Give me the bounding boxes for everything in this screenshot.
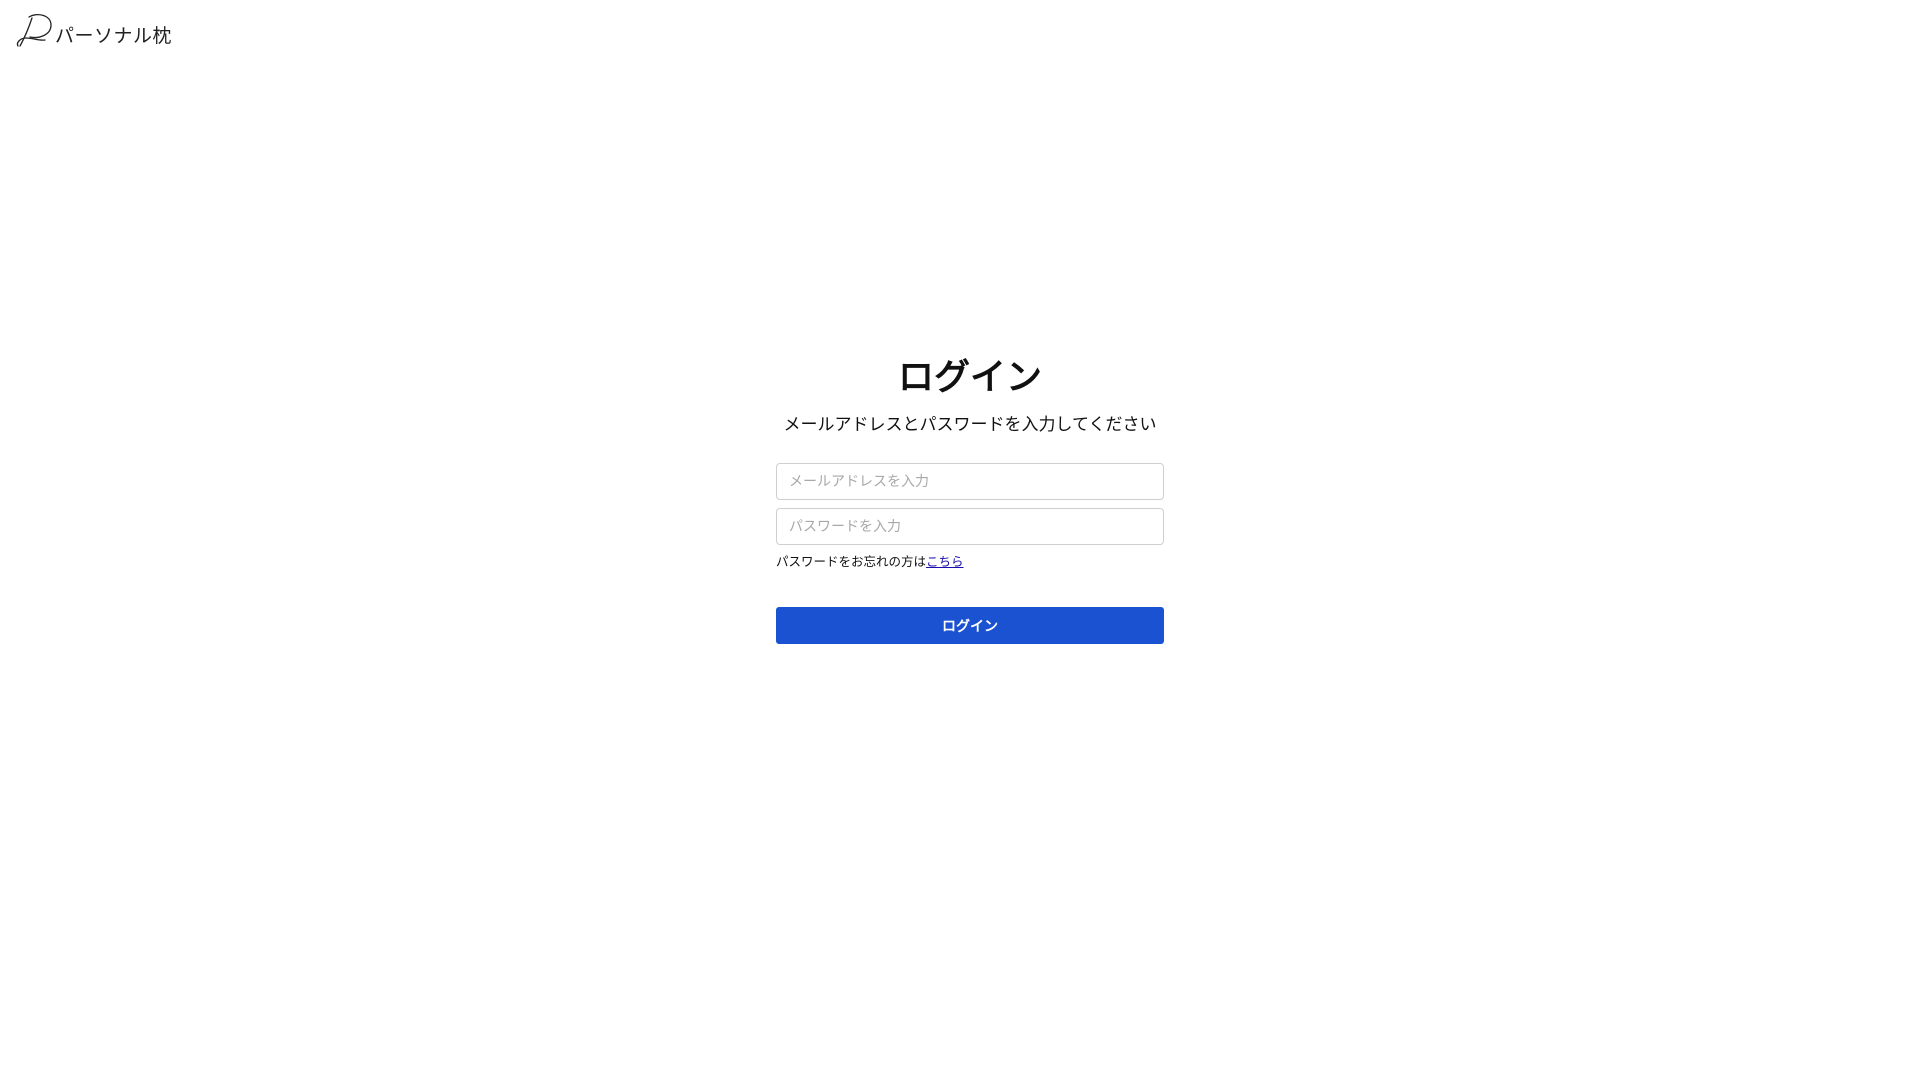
forgot-password-row: パスワードをお忘れの方はこちら (776, 552, 1164, 572)
brand-name: パーソナル枕 (55, 24, 173, 47)
forgot-password-text: パスワードをお忘れの方は (776, 554, 927, 569)
login-button[interactable]: ログイン (776, 607, 1164, 644)
page-subtitle: メールアドレスとパスワードを入力してください (783, 415, 1157, 435)
password-field[interactable] (776, 508, 1164, 545)
login-form: ログイン メールアドレスとパスワードを入力してください パスワードをお忘れの方は… (776, 350, 1164, 644)
page-title: ログイン (897, 357, 1042, 398)
email-field[interactable] (776, 463, 1164, 500)
forgot-password-link[interactable]: こちら (926, 554, 964, 569)
site-logo[interactable]: パーソナル枕 (15, 13, 172, 49)
pillow-script-logo-icon (15, 13, 57, 49)
